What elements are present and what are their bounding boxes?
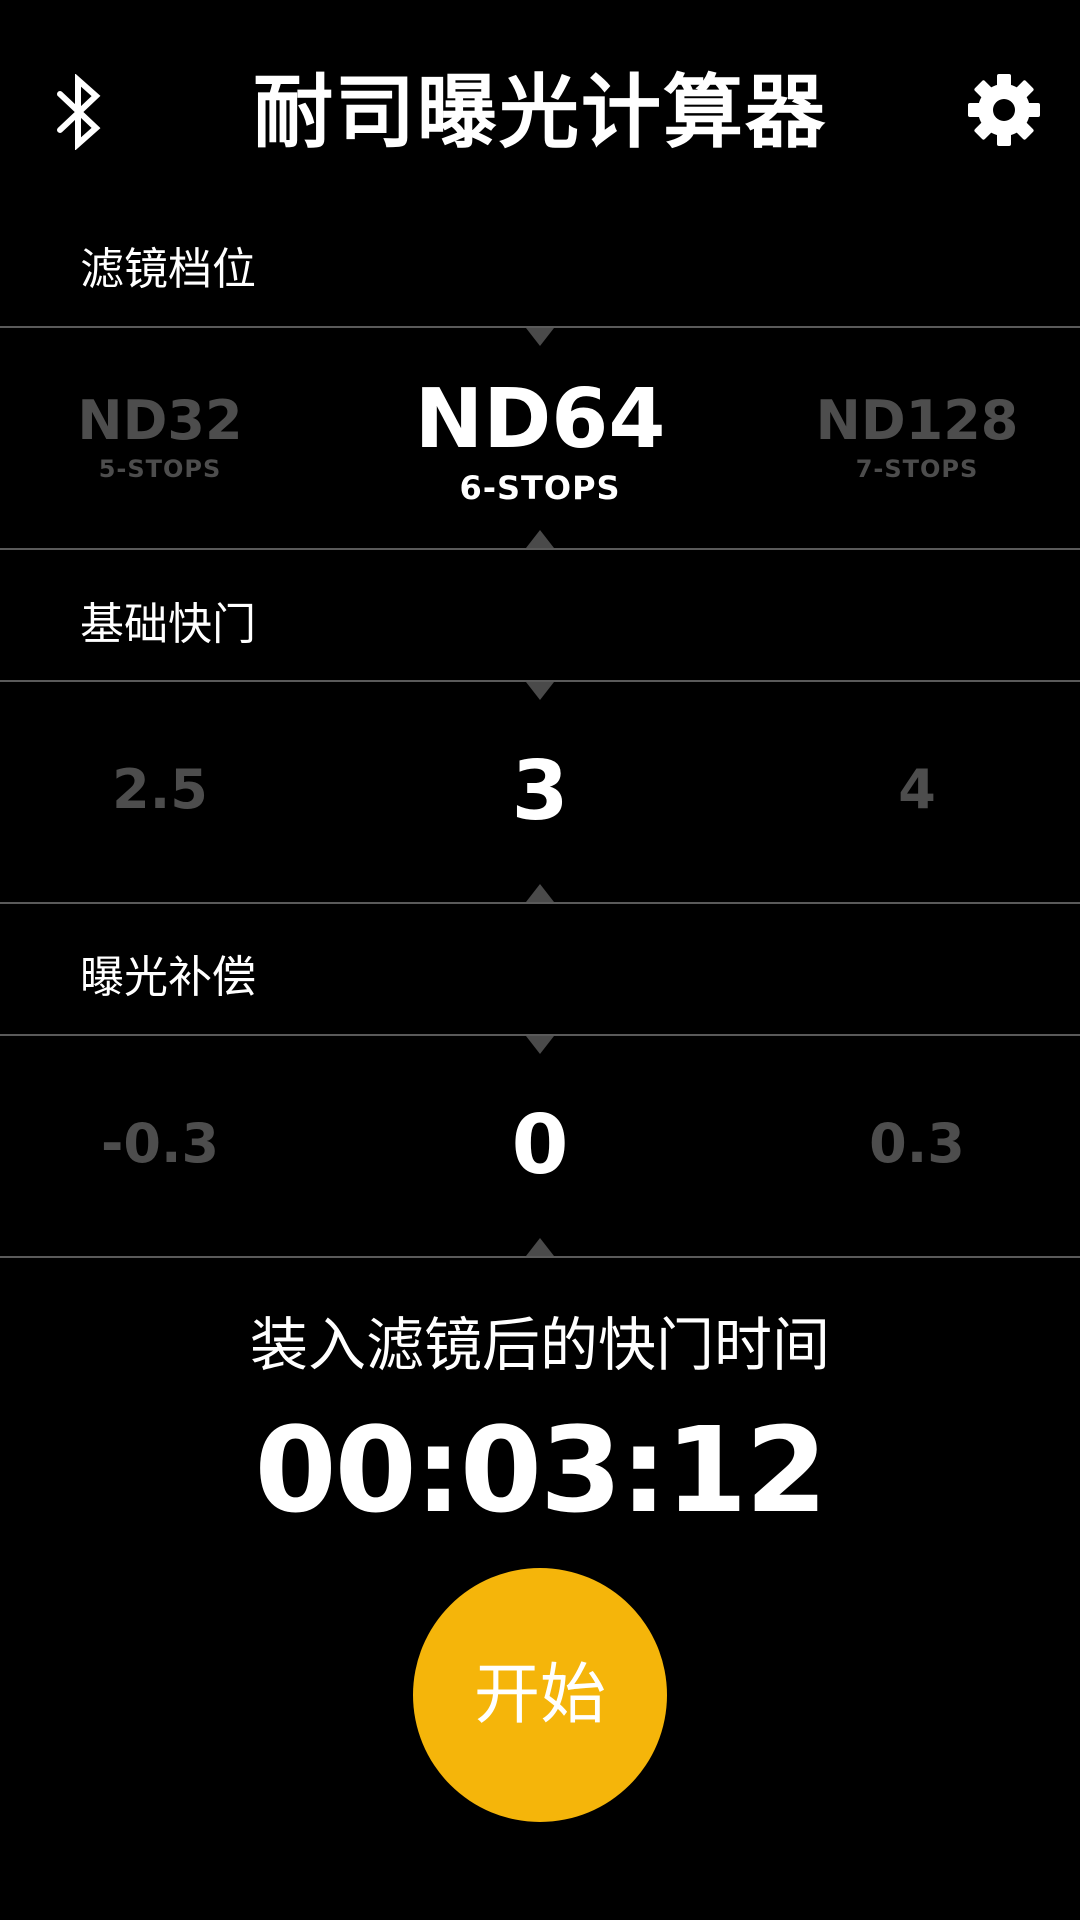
shutter-section-label: 基础快门 <box>80 599 256 650</box>
compensation-section-label: 曝光补偿 <box>80 952 256 1003</box>
filter-section-label: 滤镜档位 <box>80 244 256 295</box>
picker-indicator-top <box>526 328 554 346</box>
compensation-option-minus-0-3[interactable]: -0.3 <box>60 1111 260 1177</box>
picker-indicator-bottom <box>526 530 554 548</box>
result-time: 00:03:12 <box>254 1401 827 1539</box>
compensation-option-0-selected[interactable]: 0 <box>440 1098 640 1194</box>
picker-indicator-bottom <box>526 1238 554 1256</box>
picker-indicator-top <box>526 1036 554 1054</box>
filter-option-nd32[interactable]: ND32 5-STOPS <box>40 388 280 484</box>
gear-icon[interactable] <box>966 72 1042 148</box>
filter-option-nd64-selected[interactable]: ND64 6-STOPS <box>380 372 700 508</box>
shutter-option-3-selected[interactable]: 3 <box>440 744 640 840</box>
shutter-picker[interactable]: 2.5 3 4 <box>0 680 1080 904</box>
start-button[interactable]: 开始 <box>413 1568 667 1822</box>
result-label: 装入滤镜后的快门时间 <box>249 1311 830 1379</box>
picker-indicator-bottom <box>526 884 554 902</box>
shutter-option-2-5[interactable]: 2.5 <box>60 757 260 823</box>
picker-indicator-top <box>526 682 554 700</box>
shutter-option-4[interactable]: 4 <box>817 757 1017 823</box>
compensation-option-0-3[interactable]: 0.3 <box>817 1111 1017 1177</box>
app-header: 耐司曝光计算器 <box>0 0 1080 215</box>
app-title: 耐司曝光计算器 <box>253 66 827 159</box>
compensation-picker[interactable]: -0.3 0 0.3 <box>0 1034 1080 1258</box>
filter-picker[interactable]: ND32 5-STOPS ND64 6-STOPS ND128 7-STOPS <box>0 326 1080 550</box>
filter-option-nd128[interactable]: ND128 7-STOPS <box>797 388 1037 484</box>
